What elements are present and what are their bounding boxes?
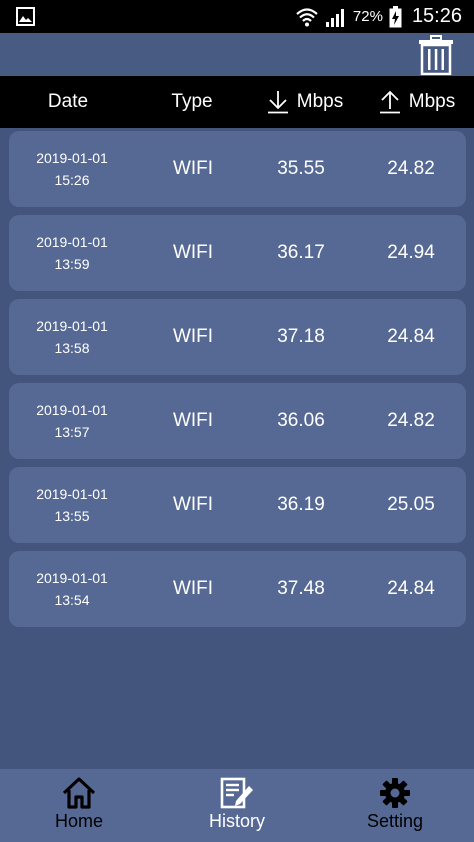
row-type: WIFI [172, 578, 214, 599]
nav-home-label: Home [54, 811, 103, 831]
battery-charging-icon [389, 5, 402, 27]
history-row[interactable]: 2019-01-01 13:54 WIFI 37.48 24.84 [9, 551, 466, 627]
row-upload: 24.84 [387, 326, 435, 347]
row-datetime: 2019-01-01 13:57 [17, 383, 127, 459]
home-icon [62, 777, 96, 809]
nav-history[interactable]: History [172, 769, 302, 842]
row-datetime: 2019-01-01 15:26 [17, 131, 127, 207]
row-date: 2019-01-01 [36, 234, 108, 250]
row-datetime: 2019-01-01 13:58 [17, 299, 127, 375]
row-datetime: 2019-01-01 13:55 [17, 467, 127, 543]
status-bar: 72% 15:26 [0, 0, 474, 33]
row-download: 37.18 [277, 326, 325, 347]
nav-setting-label: Setting [366, 811, 424, 831]
row-download: 36.17 [277, 242, 325, 263]
row-upload: 24.84 [387, 578, 435, 599]
row-download: 35.55 [277, 158, 325, 179]
signal-strength-icon [325, 8, 344, 27]
history-row[interactable]: 2019-01-01 13:59 WIFI 36.17 24.94 [9, 215, 466, 291]
trash-icon[interactable] [418, 35, 454, 75]
history-row[interactable]: 2019-01-01 13:55 WIFI 36.19 25.05 [9, 467, 466, 543]
history-row[interactable]: 2019-01-01 13:58 WIFI 37.18 24.84 [9, 299, 466, 375]
header-upload: Mbps [357, 76, 474, 128]
row-time: 13:59 [54, 256, 90, 272]
row-type: WIFI [172, 242, 214, 263]
row-upload: 25.05 [387, 494, 435, 515]
history-row[interactable]: 2019-01-01 13:57 WIFI 36.06 24.82 [9, 383, 466, 459]
row-download: 36.06 [277, 410, 325, 431]
row-time: 13:54 [54, 592, 90, 608]
column-header: Date Type Mbps Mbps [0, 76, 474, 128]
gear-icon [380, 778, 410, 808]
row-date: 2019-01-01 [36, 318, 108, 334]
row-date: 2019-01-01 [36, 486, 108, 502]
wifi-status-icon [296, 7, 318, 26]
download-arrow-icon [267, 91, 288, 114]
header-download-label: Mbps [296, 91, 344, 112]
row-type: WIFI [172, 494, 214, 515]
battery-percent: 72% [352, 8, 383, 25]
row-type: WIFI [172, 326, 214, 347]
row-time: 13:55 [54, 508, 90, 524]
row-time: 13:57 [54, 424, 90, 440]
header-download: Mbps [245, 76, 365, 128]
status-time: 15:26 [411, 5, 462, 27]
history-icon [220, 777, 253, 809]
row-date: 2019-01-01 [36, 570, 108, 586]
row-download: 37.48 [277, 578, 325, 599]
header-upload-label: Mbps [408, 91, 456, 112]
bottom-nav: Home History Setting [0, 769, 474, 842]
history-row[interactable]: 2019-01-01 15:26 WIFI 35.55 24.82 [9, 131, 466, 207]
app-bar [0, 33, 474, 76]
row-date: 2019-01-01 [36, 150, 108, 166]
row-type: WIFI [172, 158, 214, 179]
row-time: 13:58 [54, 340, 90, 356]
row-download: 36.19 [277, 494, 325, 515]
row-upload: 24.94 [387, 242, 435, 263]
nav-history-label: History [208, 811, 265, 831]
row-datetime: 2019-01-01 13:54 [17, 551, 127, 627]
row-datetime: 2019-01-01 13:59 [17, 215, 127, 291]
row-type: WIFI [172, 410, 214, 431]
row-upload: 24.82 [387, 158, 435, 179]
row-upload: 24.82 [387, 410, 435, 431]
header-date: Date [47, 91, 89, 112]
nav-home[interactable]: Home [14, 769, 144, 842]
gallery-notification-icon [16, 7, 35, 26]
row-time: 15:26 [54, 172, 90, 188]
upload-arrow-icon [379, 90, 400, 114]
row-date: 2019-01-01 [36, 402, 108, 418]
header-type: Type [171, 91, 213, 112]
nav-setting[interactable]: Setting [330, 769, 460, 842]
